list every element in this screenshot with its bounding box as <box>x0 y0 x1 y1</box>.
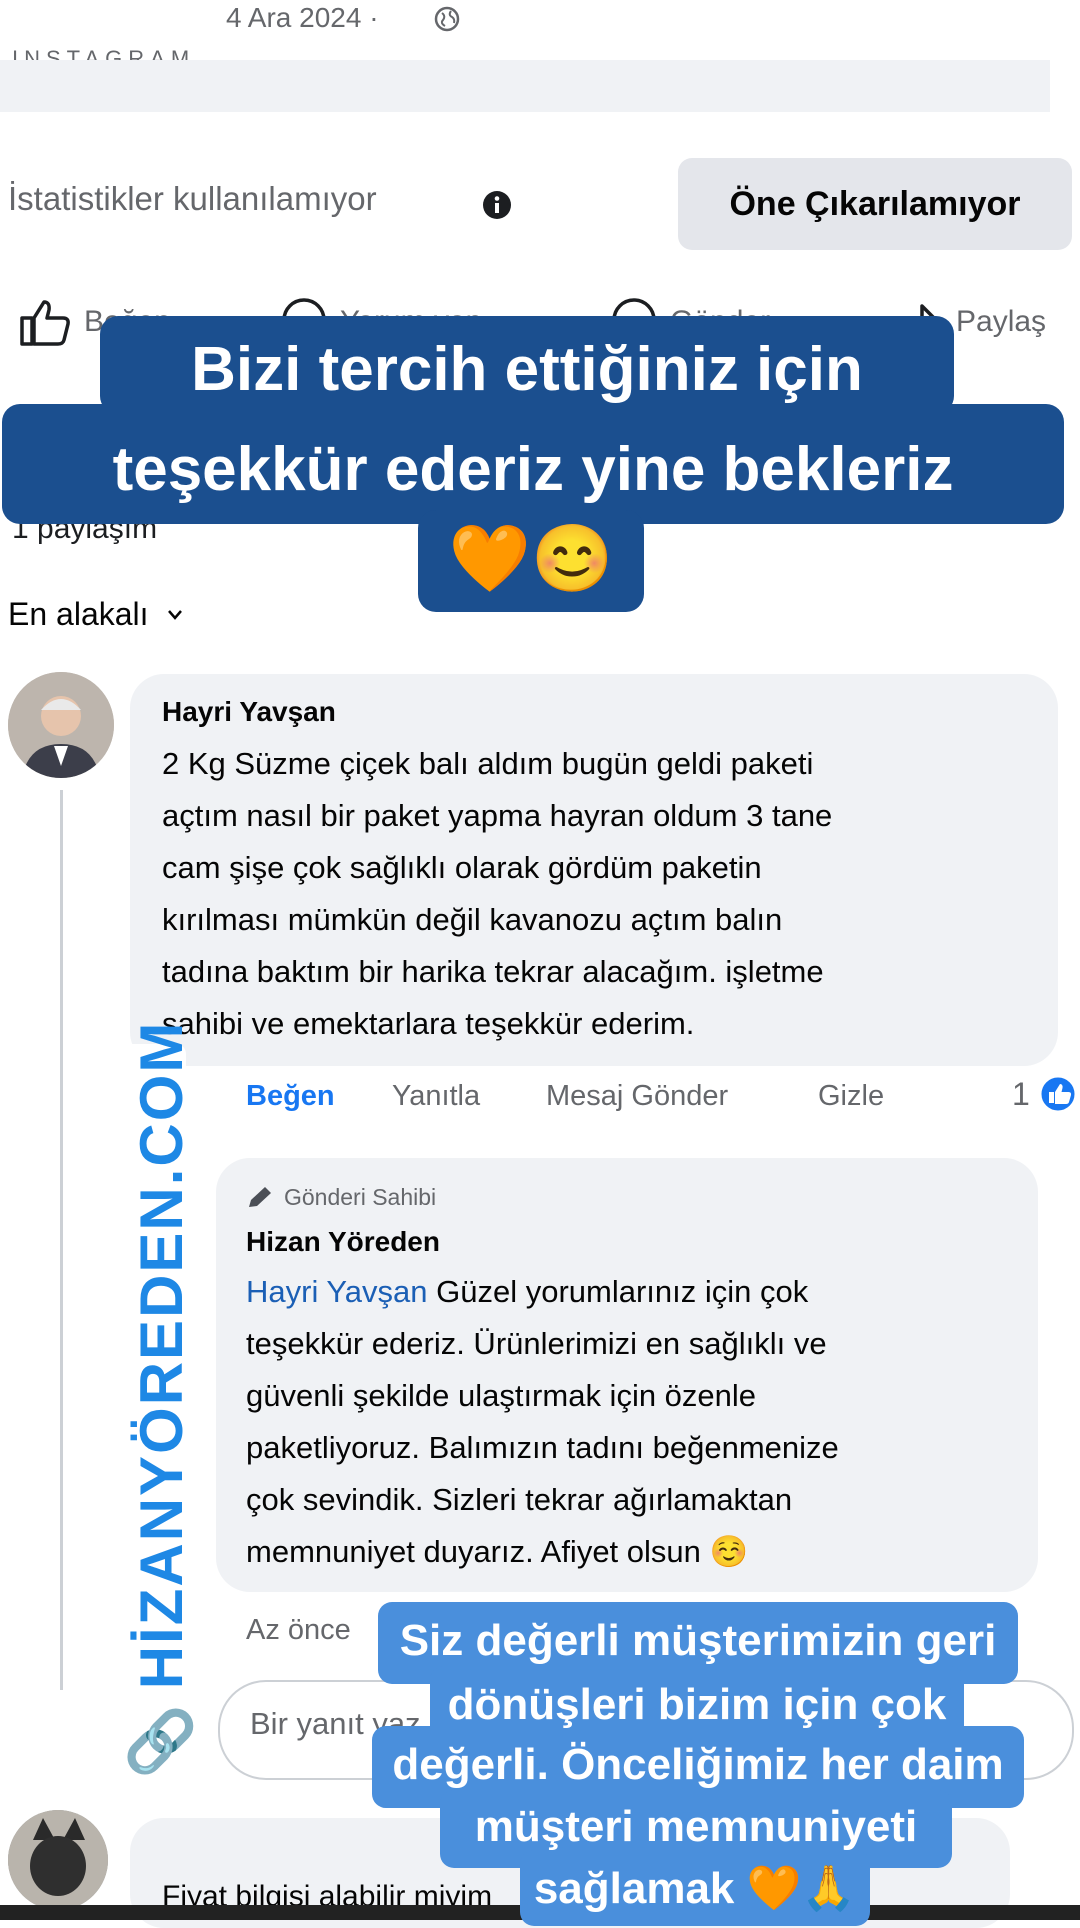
link-icon: 🔗 <box>123 1708 200 1776</box>
overlay-bottom-line: Siz değerli müşterimizin geri <box>399 1616 997 1665</box>
reply-line: güvenli şekilde ulaştırmak için özenle <box>246 1378 757 1413</box>
overlay-top-line2: teşekkür ederiz yine bekleriz <box>112 435 954 504</box>
sort-label: En alakalı <box>8 596 149 632</box>
overlay-bottom-line: sağlamak 🧡🙏 <box>533 1864 857 1913</box>
info-icon[interactable] <box>482 190 512 220</box>
author-badge: Gönderi Sahibi <box>246 1184 436 1211</box>
chevron-down-icon <box>167 609 182 620</box>
pencil-icon <box>249 1186 271 1207</box>
reply-line: çok sevindik. Sizleri tekrar ağırlamakta… <box>246 1482 793 1517</box>
comment-line: sahibi ve emektarlara teşekkür ederim. <box>162 1006 695 1041</box>
boost-button[interactable]: Öne Çıkarılamıyor <box>678 158 1072 250</box>
stats-unavailable-text: İstatistikler kullanılamıyor <box>8 180 377 217</box>
reply-text: Hayri Yavşan Güzel yorumlarınız için çok… <box>246 1266 1026 1578</box>
comment-line: açtım nasıl bir paket yapma hayran oldum… <box>162 798 833 833</box>
reaction-count[interactable]: 1 <box>1012 1076 1030 1113</box>
overlay-top-line1: Bizi tercih ettiğiniz için <box>191 335 863 404</box>
dog-avatar-icon <box>8 1810 108 1910</box>
comment-sort-dropdown[interactable]: En alakalı <box>8 596 183 633</box>
section-separator <box>0 60 1050 112</box>
overlay-bottom-line: değerli. Önceliğimiz her daim <box>392 1740 1004 1789</box>
globe-icon <box>434 6 460 32</box>
comment-line: tadına baktım bir harika tekrar alacağım… <box>162 954 824 989</box>
like-reaction-icon[interactable] <box>1038 1074 1078 1114</box>
reply-author[interactable]: Hizan Yöreden <box>246 1226 440 1258</box>
overlay-bottom-line: dönüşleri bizim için çok <box>447 1680 947 1729</box>
post-date[interactable]: 4 Ara 2024 · <box>226 2 379 34</box>
overlay-top-emoji: 🧡😊 <box>448 521 614 595</box>
avatar[interactable] <box>8 672 114 778</box>
next-comment-avatar[interactable] <box>8 1810 108 1910</box>
comment-author[interactable]: Hayri Yavşan <box>162 696 336 728</box>
overlay-bottom-line: müşteri memnuniyeti <box>474 1802 918 1851</box>
mention-link[interactable]: Hayri Yavşan <box>246 1274 428 1309</box>
comment-line: cam şişe çok sağlıklı olarak gördüm pake… <box>162 850 762 885</box>
thumbs-up-icon <box>20 300 70 346</box>
thread-line <box>60 790 63 1690</box>
person-avatar-icon <box>8 672 114 778</box>
reply-time[interactable]: Az önce <box>246 1614 351 1647</box>
comment-like-button[interactable]: Beğen <box>246 1080 335 1113</box>
watermark-text: 🔗 HİZANYÖREDEN.COM <box>123 1020 200 1780</box>
reply-line: Hayri Yavşan Güzel yorumlarınız için çok <box>246 1266 1026 1318</box>
comment-message-button[interactable]: Mesaj Gönder <box>546 1080 728 1113</box>
reply-line: teşekkür ederiz. Ürünlerimizi en sağlıkl… <box>246 1326 827 1361</box>
comment-line: kırılması mümkün değil kavanozu açtım ba… <box>162 902 783 937</box>
reply-line: paketliyoruz. Balımızın tadını beğenmeni… <box>246 1430 839 1465</box>
comment-reply-button[interactable]: Yanıtla <box>392 1080 480 1113</box>
comment-text: 2 Kg Süzme çiçek balı aldım bugün geldi … <box>162 738 1042 1050</box>
comment-line: 2 Kg Süzme çiçek balı aldım bugün geldi … <box>162 746 814 781</box>
watermark-label: HİZANYÖREDEN.COM <box>128 1020 195 1690</box>
badge-label: Gönderi Sahibi <box>284 1184 437 1210</box>
comment-hide-button[interactable]: Gizle <box>818 1080 884 1113</box>
reply-line-text: Güzel yorumlarınız için çok <box>427 1274 809 1309</box>
reply-line: memnuniyet duyarız. Afiyet olsun ☺️ <box>246 1534 749 1569</box>
